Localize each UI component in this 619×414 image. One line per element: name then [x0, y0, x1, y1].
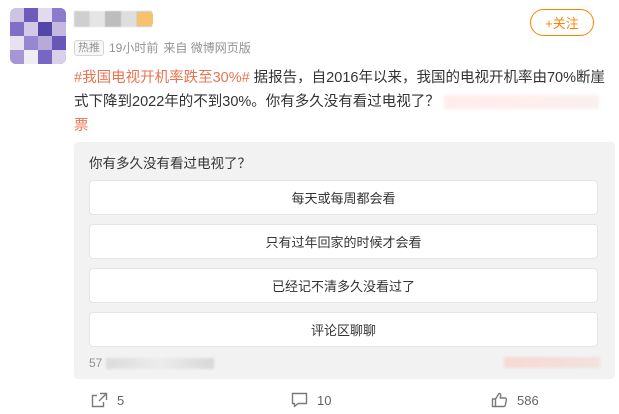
- hot-tag: 热推: [74, 39, 104, 56]
- member-badge-icon: [137, 12, 153, 26]
- poll-participants: 57: [89, 356, 215, 370]
- post-meta: 热推 19小时前 来自 微博网页版: [74, 39, 251, 56]
- like-icon: [491, 392, 508, 408]
- comment-button[interactable]: 10: [291, 392, 331, 408]
- poll-question: 你有多久没有看过电视了？: [89, 156, 251, 171]
- like-button[interactable]: 586: [491, 392, 539, 408]
- redacted-text: [443, 95, 599, 110]
- comment-count: 10: [317, 392, 332, 408]
- poll-participant-count: 57: [89, 356, 103, 370]
- share-button[interactable]: 5: [91, 392, 124, 408]
- comment-icon: [291, 392, 308, 408]
- action-bar: 5 10 586: [0, 386, 619, 414]
- follow-button[interactable]: +关注: [530, 9, 594, 36]
- post-time[interactable]: 19小时前: [109, 39, 158, 56]
- share-icon: [91, 392, 108, 408]
- poll-option[interactable]: 评论区聊聊: [89, 312, 598, 347]
- redacted-text: [106, 357, 215, 369]
- hashtag-link[interactable]: #我国电视开机率跌至30%#: [74, 70, 250, 86]
- poll-option[interactable]: 已经记不清多久没看过了: [89, 268, 598, 303]
- post-source: 来自 微博网页版: [163, 41, 251, 55]
- avatar[interactable]: [10, 8, 66, 64]
- poll-option[interactable]: 只有过年回家的时候才会看: [89, 224, 598, 259]
- poll-option[interactable]: 每天或每周都会看: [89, 180, 598, 215]
- poll-card: 你有多久没有看过电视了？ 每天或每周都会看 只有过年回家的时候才会看 已经记不清…: [74, 142, 615, 379]
- redacted-text: [504, 357, 600, 368]
- like-count: 586: [517, 392, 539, 408]
- vote-link[interactable]: 票: [74, 118, 89, 134]
- post-text: #我国电视开机率跌至30%# 据报告，自2016年以来，我国的电视开机率由70%…: [74, 66, 614, 138]
- share-count: 5: [117, 392, 125, 408]
